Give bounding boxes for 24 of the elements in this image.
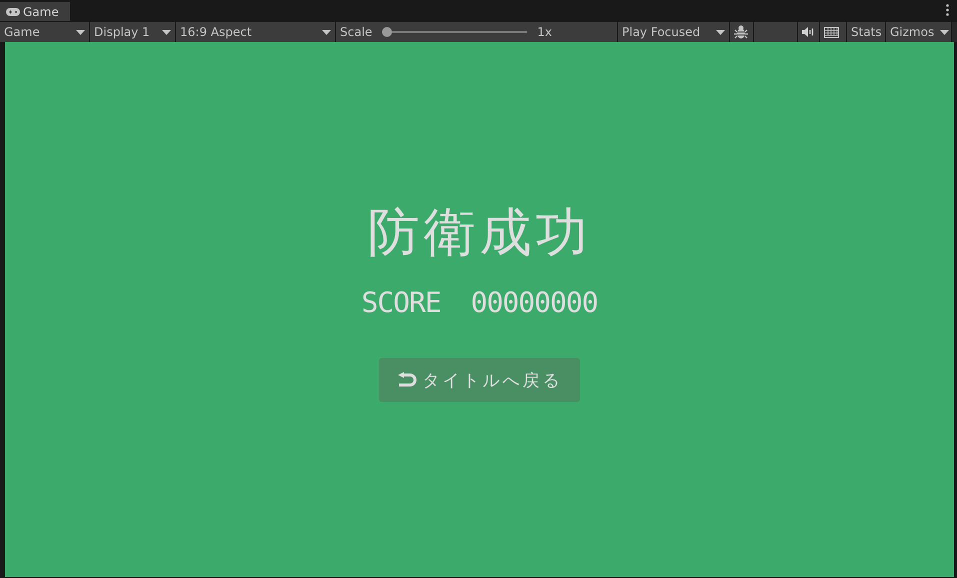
game-tab[interactable]: Game	[0, 2, 70, 21]
return-icon	[396, 372, 416, 388]
scale-label: Scale	[340, 25, 372, 39]
keyboard-icon[interactable]	[824, 26, 839, 38]
scale-reading: 1x	[537, 25, 554, 39]
dropdown[interactable]: Game	[0, 22, 90, 42]
score-label: SCORE	[361, 286, 441, 320]
stats-button[interactable]: Stats	[847, 22, 886, 42]
bug-icon[interactable]	[734, 25, 748, 39]
scale-slider[interactable]	[382, 27, 528, 37]
more-icon[interactable]	[946, 4, 949, 16]
slider-thumb[interactable]	[382, 27, 392, 37]
caret-icon	[716, 30, 725, 34]
caret-icon	[76, 30, 85, 34]
dropdown[interactable]: Display 1	[90, 22, 176, 42]
dropdown[interactable]: Play Focused	[618, 22, 730, 42]
speaker-icon[interactable]	[802, 27, 814, 37]
caret-icon	[162, 30, 171, 34]
caret-icon	[940, 30, 950, 34]
score-value: 00000000	[470, 286, 598, 320]
result-title: 防衛成功	[368, 202, 592, 265]
gamepad-icon	[6, 8, 20, 16]
caret-icon	[322, 30, 331, 34]
dropdown[interactable]: 16:9 Aspect	[176, 22, 336, 42]
